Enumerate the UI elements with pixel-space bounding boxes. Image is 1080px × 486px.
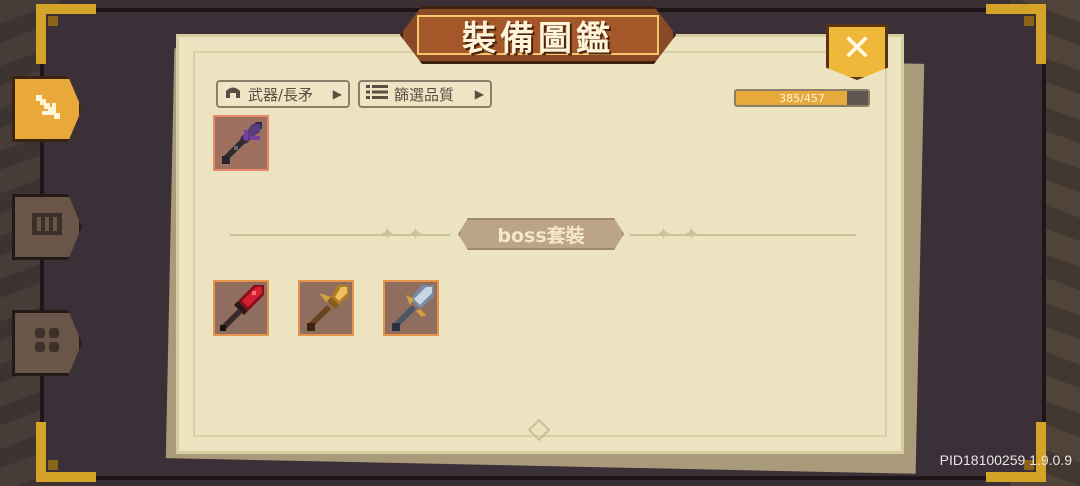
quality-filter-label: 篩選品質 xyxy=(394,85,455,104)
item-slot-silver-trident[interactable] xyxy=(383,280,439,336)
sparkle-icon: ✦ xyxy=(408,224,424,245)
crimson-spear-icon xyxy=(220,285,264,331)
triangle-right-icon: ▶ xyxy=(474,87,484,101)
collection-progress-bar: 385/457 xyxy=(734,89,870,107)
section-label-text: boss套裝 xyxy=(497,224,585,247)
golden-halberd-icon xyxy=(307,285,349,331)
tab-armor[interactable] xyxy=(12,194,82,260)
sword-icon xyxy=(30,89,64,130)
weapon-type-filter-button[interactable]: 武器/長矛 ▶ xyxy=(216,80,350,108)
section-label-boss-set: boss套裝 xyxy=(458,218,624,250)
armor-icon xyxy=(30,209,64,246)
version-label: PID18100259 1.9.0.9 xyxy=(939,452,1072,468)
tab-weapon[interactable] xyxy=(12,76,82,142)
gold-corner-top-right xyxy=(986,4,1046,64)
sparkle-icon: ✦ xyxy=(380,224,396,245)
page-title: 裝備圖鑑 xyxy=(462,18,614,59)
tab-accessory[interactable] xyxy=(12,310,82,376)
quality-filter-button[interactable]: 篩選品質 ▶ xyxy=(358,80,492,108)
clover-icon xyxy=(31,324,63,363)
helmet-icon xyxy=(224,84,242,104)
weapon-type-filter-label: 武器/長矛 xyxy=(248,85,314,104)
triangle-right-icon: ▶ xyxy=(332,87,342,101)
gold-corner-top-left xyxy=(36,4,96,64)
collection-progress-text: 385/457 xyxy=(779,91,825,105)
purple-spear-icon xyxy=(222,122,262,164)
close-icon: ✕ xyxy=(841,28,873,69)
title-banner: 裝備圖鑑 xyxy=(400,6,676,64)
item-slot-crimson-spear[interactable] xyxy=(213,280,269,336)
list-icon xyxy=(366,84,388,104)
gold-corner-bottom-left xyxy=(36,422,96,482)
item-slot-golden-halberd[interactable] xyxy=(298,280,354,336)
divider-ornament-right xyxy=(630,234,856,236)
item-slot-purple-spear[interactable] xyxy=(213,115,269,171)
silver-trident-icon xyxy=(392,285,434,331)
